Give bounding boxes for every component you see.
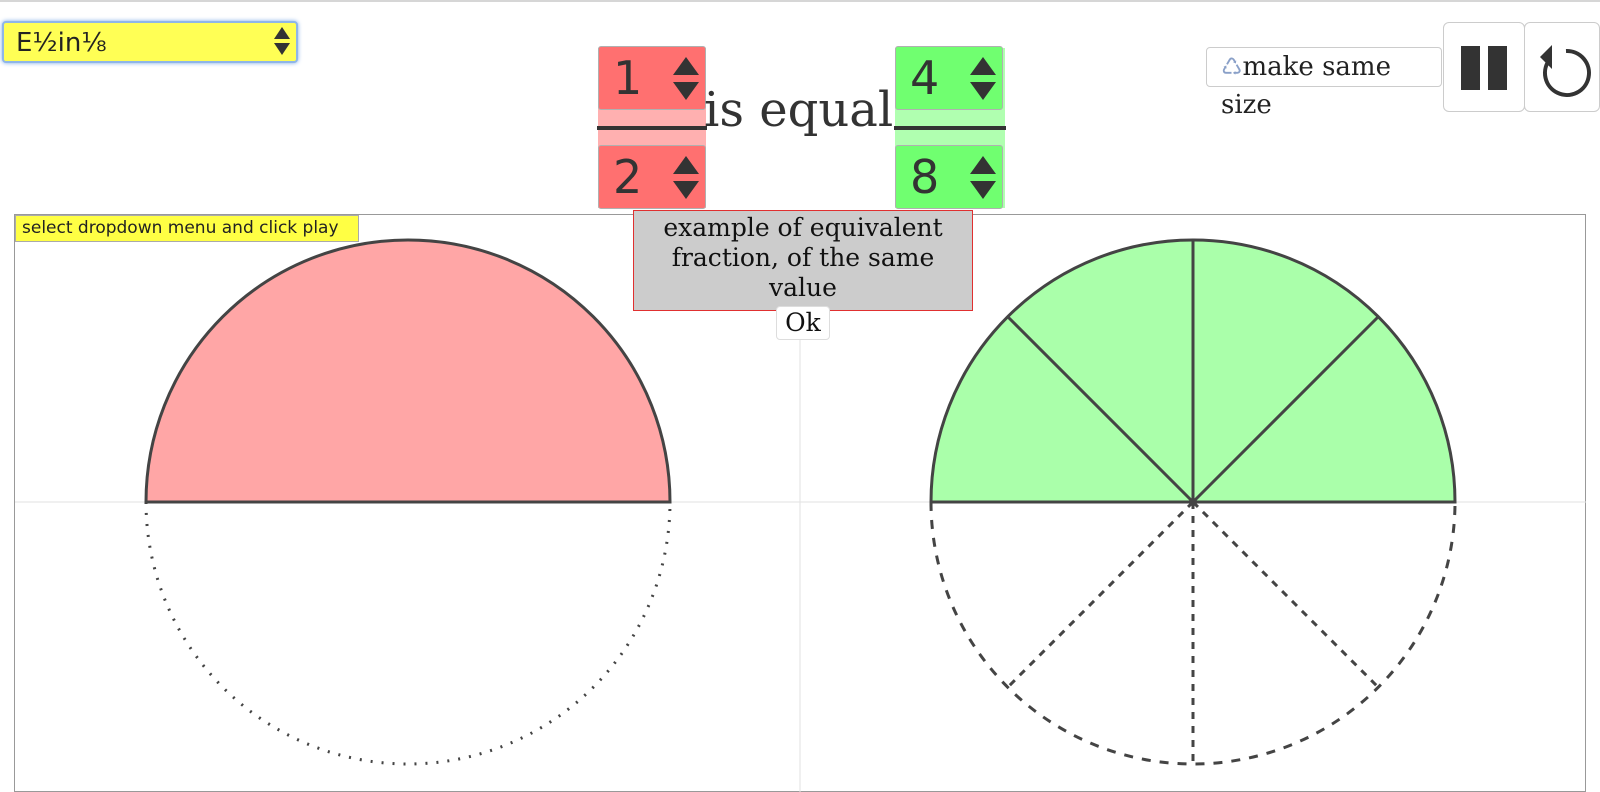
hint-label: select dropdown menu and click play: [15, 215, 359, 242]
fraction-figures: [15, 215, 1586, 792]
left-circle-figure: [144, 238, 672, 766]
info-dialog: example of equivalent fraction, of the s…: [633, 210, 973, 340]
left-empty-slice-outline: [144, 501, 672, 766]
dialog-text-line-1: example of equivalent: [663, 213, 943, 242]
dialog-text-line-2: fraction, of the same value: [671, 243, 935, 302]
left-filled-slice: [144, 238, 672, 504]
right-circle-figure: [929, 238, 1457, 766]
center-point: [1189, 498, 1197, 506]
dashed-slice-divider: [1191, 500, 1380, 689]
dashed-slice-divider: [1006, 500, 1195, 689]
ok-button[interactable]: Ok: [776, 306, 830, 340]
